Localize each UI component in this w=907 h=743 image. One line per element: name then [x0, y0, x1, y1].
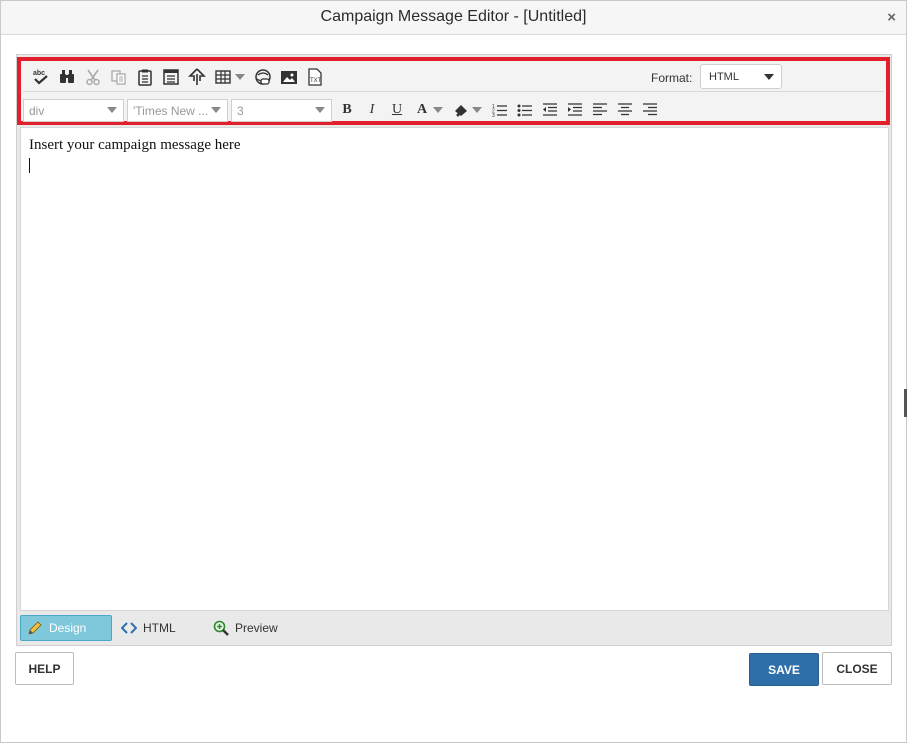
magnifier-icon	[213, 620, 229, 636]
tab-html[interactable]: HTML	[115, 615, 195, 641]
chevron-down-icon	[315, 106, 325, 113]
svg-text:TXT: TXT	[310, 78, 322, 84]
table-dropdown-chevron-down-icon[interactable]	[233, 66, 247, 88]
toolbar-row-1: abc TXT	[29, 64, 329, 90]
indent-icon[interactable]	[563, 99, 587, 121]
tab-design-label: Design	[49, 621, 87, 635]
font-color-label: A	[416, 102, 428, 117]
toolbar-row-2: div 'Times New ... 3 B I U A 1 2 3	[23, 97, 663, 123]
insert-image-icon[interactable]	[277, 66, 301, 88]
align-left-icon[interactable]	[588, 99, 612, 121]
chevron-down-icon	[211, 106, 221, 113]
dialog-title: Campaign Message Editor - [Untitled]	[320, 8, 587, 25]
template-icon[interactable]	[159, 66, 183, 88]
editor-mode-bar: Design HTML Preview	[17, 611, 891, 645]
font-name-select[interactable]: 'Times New ...	[127, 98, 228, 122]
block-format-value: div	[29, 103, 45, 118]
font-color-chevron-down-icon[interactable]	[431, 99, 445, 121]
tab-preview[interactable]: Preview	[207, 615, 297, 641]
align-right-icon[interactable]	[638, 99, 662, 121]
tab-preview-label: Preview	[235, 621, 278, 635]
editor-content-area[interactable]: Insert your campaign message here	[20, 127, 889, 611]
hyperlink-icon[interactable]	[251, 66, 275, 88]
paragraph-direction-icon[interactable]	[185, 66, 209, 88]
spellcheck-icon[interactable]: abc	[29, 66, 53, 88]
editor-content-text: Insert your campaign message here	[29, 137, 241, 153]
italic-label: I	[369, 102, 375, 117]
tab-design[interactable]: Design	[20, 615, 112, 641]
tab-html-label: HTML	[143, 621, 176, 635]
underline-label: U	[391, 102, 403, 117]
text-cursor	[29, 158, 30, 173]
font-name-value: 'Times New ...	[133, 103, 209, 118]
font-size-select[interactable]: 3	[231, 98, 332, 122]
format-label: Format:	[651, 71, 693, 85]
find-icon[interactable]	[55, 66, 79, 88]
outdent-icon[interactable]	[538, 99, 562, 121]
close-icon[interactable]: ×	[887, 9, 896, 26]
code-icon	[121, 622, 137, 634]
close-button[interactable]: CLOSE	[822, 652, 892, 685]
save-button[interactable]: SAVE	[749, 653, 819, 686]
format-select-value: HTML	[709, 71, 739, 83]
underline-button[interactable]: U	[385, 99, 409, 121]
italic-button[interactable]: I	[360, 99, 384, 121]
text-file-icon[interactable]: TXT	[303, 66, 327, 88]
cut-icon[interactable]	[81, 66, 105, 88]
campaign-message-editor-dialog: Campaign Message Editor - [Untitled] × a…	[0, 0, 907, 743]
title-bar: Campaign Message Editor - [Untitled] ×	[1, 1, 906, 35]
chevron-down-icon	[764, 74, 774, 80]
block-format-select[interactable]: div	[23, 98, 124, 122]
toolbar-divider	[23, 91, 884, 92]
help-button[interactable]: HELP	[15, 652, 74, 685]
numbered-list-icon[interactable]: 123	[488, 99, 512, 121]
bullet-list-icon[interactable]	[513, 99, 537, 121]
bold-button[interactable]: B	[335, 99, 359, 121]
highlight-color-chevron-down-icon[interactable]	[470, 99, 484, 121]
copy-icon[interactable]	[107, 66, 131, 88]
align-center-icon[interactable]	[613, 99, 637, 121]
rich-text-editor: abc TXT Format: HTML div 'Times New ... …	[16, 54, 892, 646]
chevron-down-icon	[107, 106, 117, 113]
svg-text:abc: abc	[33, 70, 45, 77]
format-select[interactable]: HTML	[700, 64, 782, 89]
font-size-value: 3	[237, 103, 244, 118]
bold-label: B	[342, 102, 352, 117]
toolbar-highlight-box: abc TXT Format: HTML div 'Times New ... …	[17, 57, 890, 125]
paste-icon[interactable]	[133, 66, 157, 88]
svg-text:3: 3	[492, 113, 495, 117]
pencil-icon	[28, 621, 42, 635]
table-icon[interactable]	[211, 66, 235, 88]
